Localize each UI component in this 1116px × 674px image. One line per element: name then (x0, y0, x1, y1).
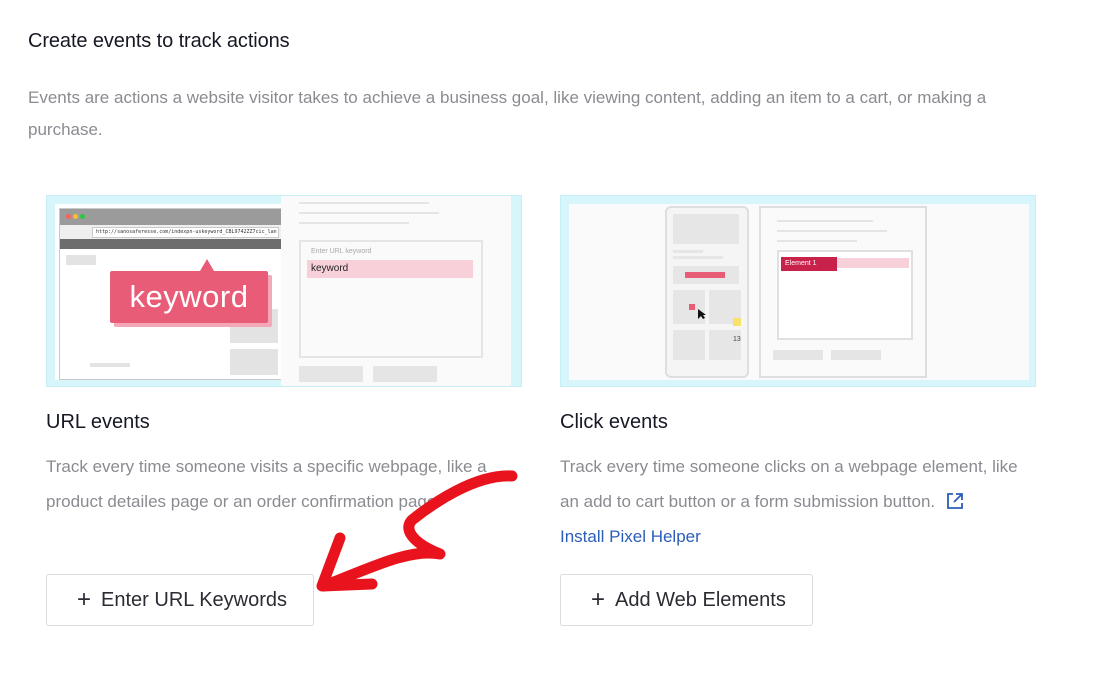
cursor-icon (698, 309, 706, 319)
add-web-elements-label: Add Web Elements (615, 588, 786, 611)
enter-url-keywords-label: Enter URL Keywords (101, 588, 288, 611)
click-events-illustration: 13 Element 1 (560, 195, 1036, 387)
url-events-description: Track every time someone visits a specif… (46, 457, 487, 511)
page-title: Create events to track actions (28, 30, 290, 52)
plus-icon: + (77, 586, 92, 613)
plus-icon: + (591, 586, 606, 613)
url-events-title: URL events (46, 411, 150, 433)
install-pixel-helper-link[interactable]: Install Pixel Helper (560, 519, 1030, 554)
enter-url-keywords-button[interactable]: + Enter URL Keywords (46, 574, 315, 626)
click-events-description: Track every time someone clicks on a web… (560, 449, 1030, 554)
url-events-illustration: http://sanosaferesse.com/indexpn-uskeywo… (46, 195, 522, 387)
add-web-elements-button[interactable]: + Add Web Elements (560, 574, 813, 626)
url-events-card: http://sanosaferesse.com/indexpn-uskeywo… (46, 195, 524, 626)
keyword-bubble: keyword (110, 271, 268, 323)
page-description: Events are actions a website visitor tak… (28, 88, 987, 139)
click-events-title: Click events (560, 411, 668, 433)
click-events-card: 13 Element 1 Click events Track every ti… (560, 195, 1038, 626)
external-link-icon[interactable] (946, 492, 964, 510)
